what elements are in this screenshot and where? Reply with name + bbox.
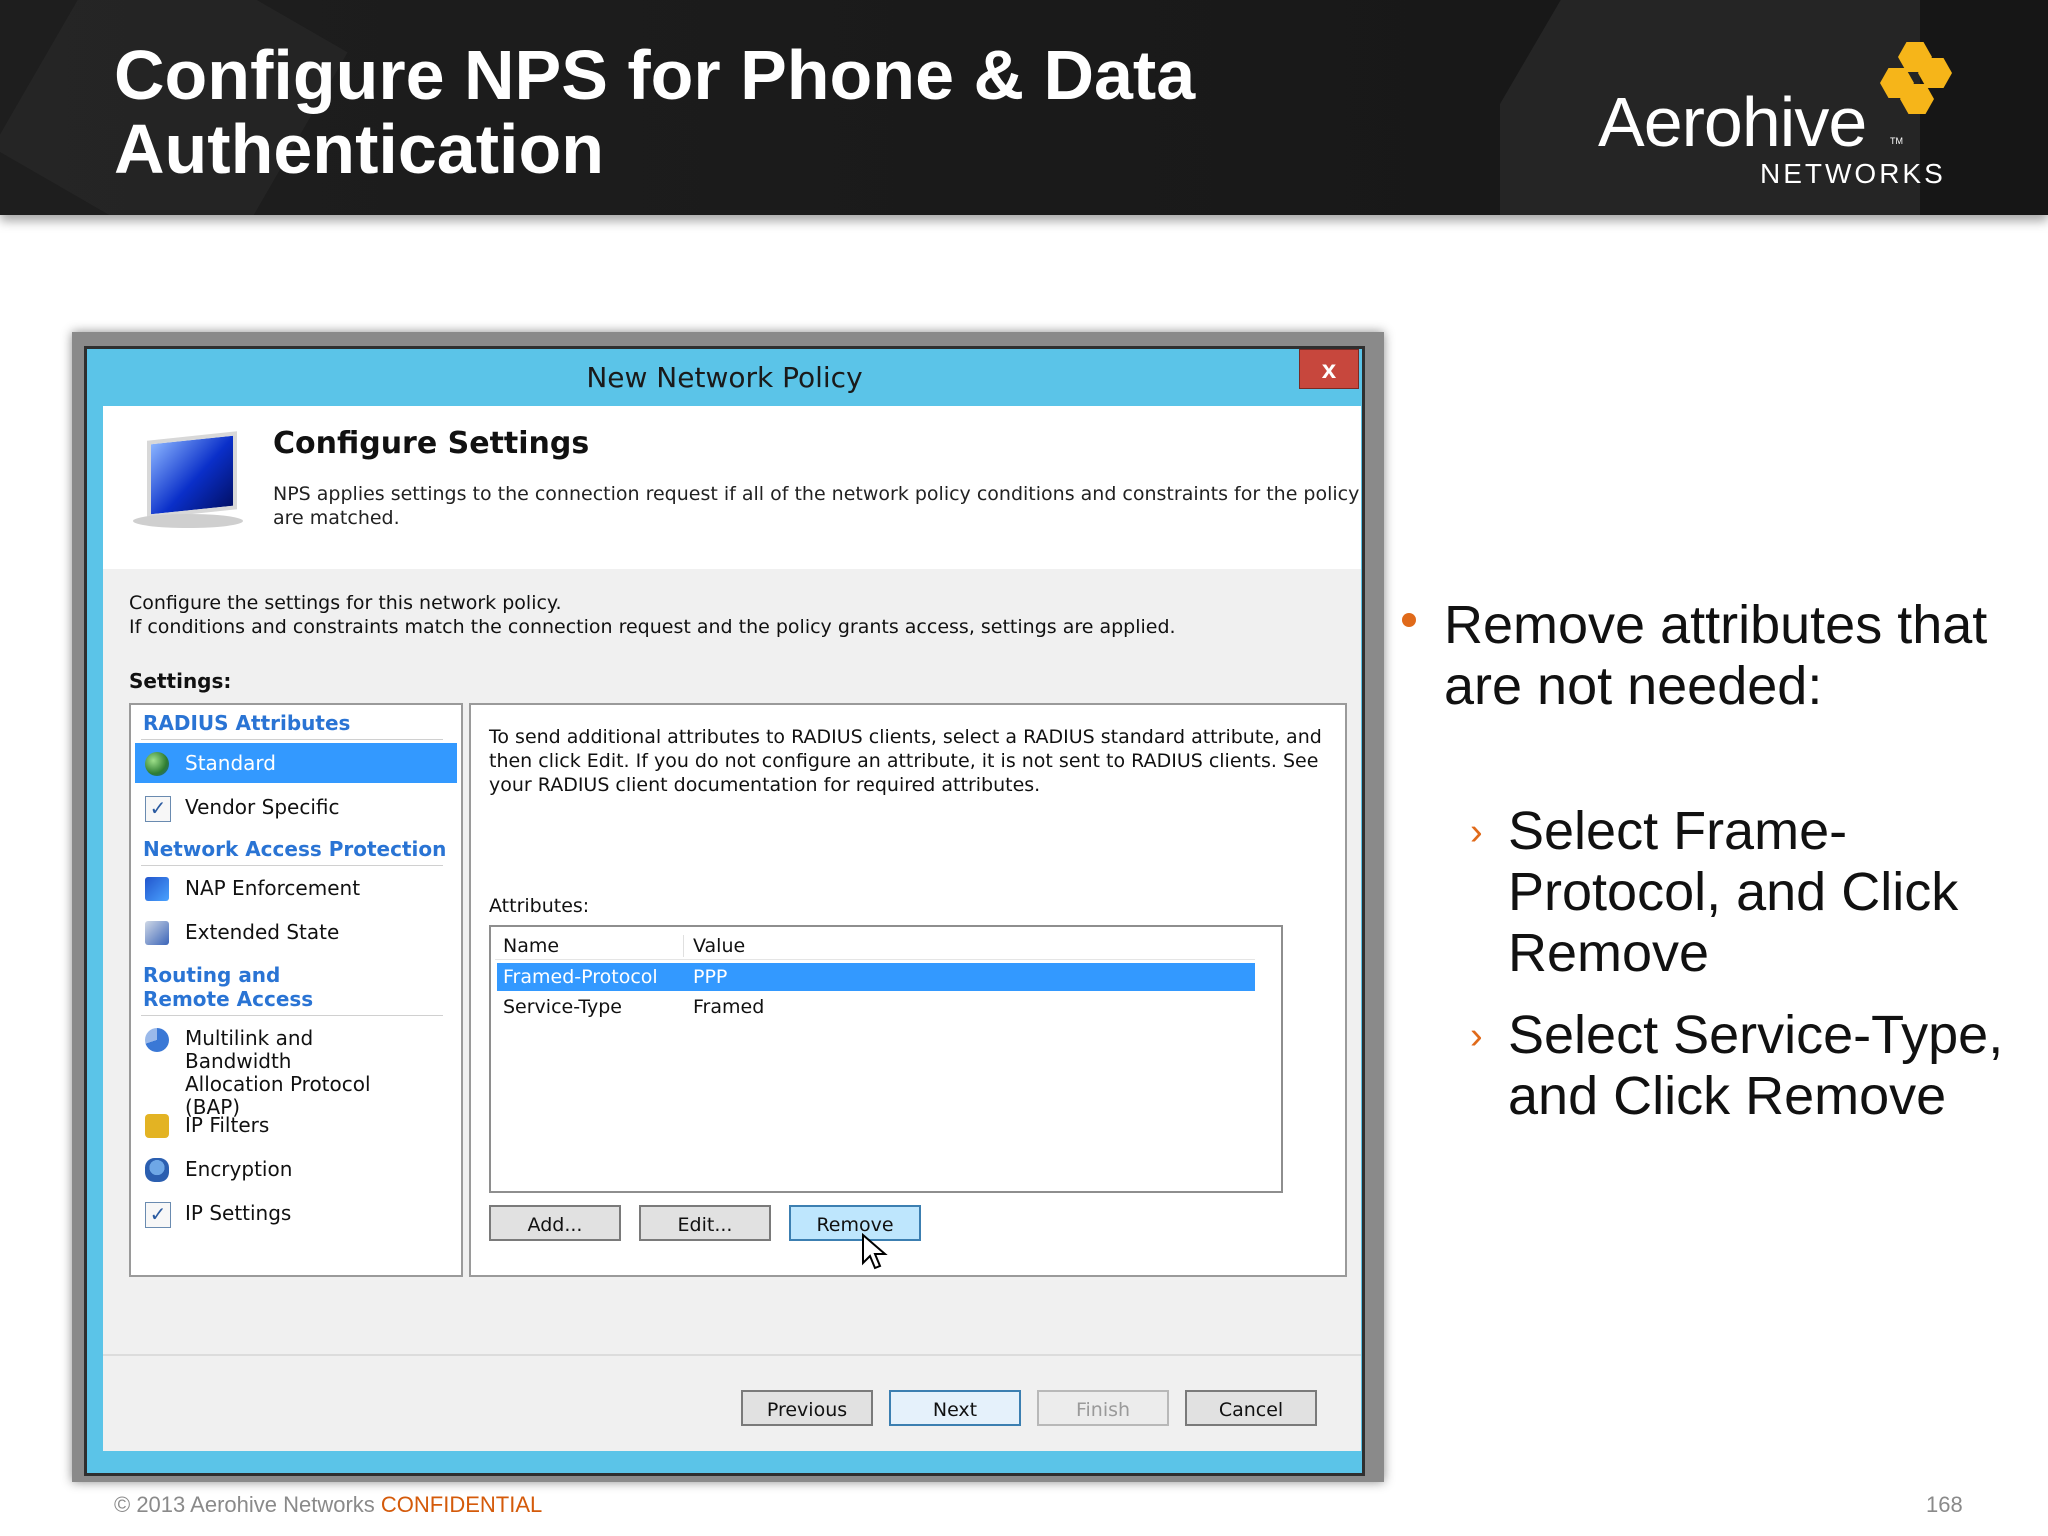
- footer-divider: [103, 1354, 1361, 1356]
- copyright-text: © 2013 Aerohive Networks: [114, 1492, 381, 1517]
- remove-button[interactable]: Remove: [789, 1205, 921, 1241]
- category-radius-attributes: RADIUS Attributes: [143, 711, 351, 735]
- tree-item-standard[interactable]: Standard: [135, 743, 457, 783]
- attribute-row[interactable]: Framed-Protocol PPP: [497, 963, 1255, 991]
- list-header: Name Value: [495, 931, 1255, 960]
- add-button[interactable]: Add...: [489, 1205, 621, 1241]
- attributes-list[interactable]: Name Value Framed-Protocol PPP Service-T…: [489, 925, 1283, 1193]
- tree-item-label: Extended State: [185, 920, 340, 944]
- attributes-label: Attributes:: [489, 895, 590, 917]
- footer-copyright: © 2013 Aerohive Networks CONFIDENTIAL: [114, 1492, 542, 1518]
- close-button[interactable]: x: [1299, 349, 1359, 389]
- tree-item-label: IP Settings: [185, 1201, 292, 1225]
- tree-item-multilink-bap[interactable]: Multilink and Bandwidth Allocation Proto…: [135, 1019, 457, 1119]
- globe-icon: [145, 752, 169, 776]
- page-number: 168: [1926, 1492, 1963, 1517]
- intro-line1: Configure the settings for this network …: [129, 592, 562, 614]
- checklist-icon: ✓: [145, 1202, 171, 1228]
- lock-icon: [145, 1114, 169, 1138]
- category-routing-remote-access: Routing and Remote Access: [143, 963, 314, 1011]
- tree-item-ip-filters[interactable]: IP Filters: [135, 1105, 457, 1145]
- logo-sub-text: NETWORKS: [1760, 158, 1946, 189]
- confidential-label: CONFIDENTIAL: [380, 1492, 543, 1517]
- new-network-policy-dialog: New Network Policy x Configure Settings …: [84, 346, 1365, 1476]
- slide-title-line2: Authentication: [114, 110, 604, 188]
- checklist-icon: ✓: [145, 796, 171, 822]
- attribute-value: Framed: [693, 996, 765, 1018]
- bullet-dot-icon: [1402, 613, 1416, 627]
- tree-item-extended-state[interactable]: Extended State: [135, 912, 457, 952]
- mouse-cursor-icon: [862, 1233, 888, 1270]
- cancel-button[interactable]: Cancel: [1185, 1390, 1317, 1426]
- sub-bullet-text: Select Frame-Protocol, and Click Remove: [1508, 801, 1959, 983]
- finish-button[interactable]: Finish: [1037, 1390, 1169, 1426]
- tree-item-label: IP Filters: [185, 1113, 270, 1137]
- column-header-name[interactable]: Name: [503, 935, 684, 957]
- radius-description: To send additional attributes to RADIUS …: [489, 726, 1322, 796]
- category-divider: [141, 1015, 443, 1016]
- logo-tm: TM: [1890, 136, 1903, 146]
- category-divider: [141, 739, 443, 740]
- encryption-icon: [145, 1158, 169, 1182]
- intro-text: Configure the settings for this network …: [129, 591, 1329, 639]
- bullet-text: Remove attributes that are not needed:: [1444, 595, 1988, 716]
- sub-bullet-text: Select Service-Type, and Click Remove: [1508, 1005, 2004, 1126]
- attribute-name: Framed-Protocol: [503, 966, 658, 988]
- next-button[interactable]: Next: [889, 1390, 1021, 1426]
- category-divider: [141, 865, 443, 866]
- chevron-right-icon: ›: [1470, 1015, 1483, 1057]
- chevron-right-icon: ›: [1470, 811, 1483, 853]
- tree-item-ip-settings[interactable]: ✓ IP Settings: [135, 1193, 457, 1233]
- settings-label: Settings:: [129, 669, 232, 693]
- tree-item-encryption[interactable]: Encryption: [135, 1149, 457, 1189]
- column-header-value[interactable]: Value: [693, 935, 745, 957]
- slide-title-line1: Configure NPS for Phone & Data: [114, 36, 1196, 114]
- nap-enforcement-icon: [145, 877, 169, 901]
- tree-item-label: NAP Enforcement: [185, 876, 361, 900]
- computer-monitor-icon: [133, 431, 243, 531]
- dialog-client-area: Configure Settings NPS applies settings …: [103, 406, 1361, 1451]
- edit-button[interactable]: Edit...: [639, 1205, 771, 1241]
- tree-item-label: Encryption: [185, 1157, 293, 1181]
- tree-item-label: Vendor Specific: [185, 795, 340, 819]
- dialog-header-band: Configure Settings NPS applies settings …: [103, 406, 1361, 569]
- aerohive-logo: Aerohive TM NETWORKS: [1598, 40, 1968, 190]
- previous-button[interactable]: Previous: [741, 1390, 873, 1426]
- extended-state-icon: [145, 921, 169, 945]
- tree-item-label: Standard: [185, 751, 276, 775]
- intro-line2: If conditions and constraints match the …: [129, 616, 1176, 638]
- logo-brand-text: Aerohive: [1598, 83, 1867, 161]
- dialog-title: New Network Policy: [586, 361, 863, 394]
- attribute-row[interactable]: Service-Type Framed: [497, 993, 1255, 1021]
- configure-settings-description: NPS applies settings to the connection r…: [273, 483, 1360, 529]
- settings-tree: RADIUS Attributes Standard ✓ Vendor Spec…: [129, 703, 463, 1277]
- tree-item-vendor-specific[interactable]: ✓ Vendor Specific: [135, 787, 457, 827]
- attribute-value: PPP: [693, 966, 728, 988]
- slide-header: Configure NPS for Phone & Data Authentic…: [0, 0, 2048, 215]
- slide-title: Configure NPS for Phone & Data Authentic…: [114, 38, 1414, 186]
- attribute-name: Service-Type: [503, 996, 622, 1018]
- category-network-access-protection: Network Access Protection: [143, 837, 447, 861]
- configure-settings-heading: Configure Settings: [273, 426, 590, 461]
- multilink-icon: [145, 1028, 169, 1052]
- settings-detail-pane: To send additional attributes to RADIUS …: [469, 703, 1347, 1277]
- tree-item-nap-enforcement[interactable]: NAP Enforcement: [135, 868, 457, 908]
